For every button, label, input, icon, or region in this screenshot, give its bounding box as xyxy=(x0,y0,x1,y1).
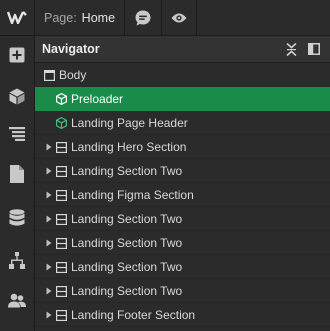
expand-caret-icon[interactable] xyxy=(45,167,53,175)
cms-button[interactable] xyxy=(0,206,34,230)
section-icon xyxy=(55,189,67,201)
section-icon xyxy=(55,285,67,297)
expand-caret-icon[interactable] xyxy=(45,143,53,151)
expand-caret-icon[interactable] xyxy=(45,287,53,295)
body-icon xyxy=(43,69,55,81)
component-icon xyxy=(55,93,67,105)
page-icon xyxy=(10,165,24,183)
add-icon xyxy=(9,47,25,63)
eye-icon xyxy=(171,13,187,22)
webflow-logo-icon xyxy=(7,11,27,24)
navigator-item-label: Landing Hero Section xyxy=(71,140,187,154)
pages-button[interactable] xyxy=(0,162,34,186)
navigator-item-label: Preloader xyxy=(71,92,124,106)
users-button[interactable] xyxy=(0,288,34,312)
navigator-item[interactable]: Landing Section Two xyxy=(35,231,330,255)
comments-button[interactable] xyxy=(125,0,161,35)
navigator-item[interactable]: Body xyxy=(35,63,330,87)
section-icon xyxy=(55,309,67,321)
navigator-panel: Navigator Body Preloader Landing Page Head… xyxy=(35,36,330,331)
sitemap-icon xyxy=(9,252,25,269)
navigator-button[interactable] xyxy=(0,122,34,146)
cube-icon xyxy=(9,88,25,104)
expand-caret-icon[interactable] xyxy=(45,215,53,223)
panel-title: Navigator xyxy=(42,42,100,56)
navigator-item[interactable]: Landing Section Two xyxy=(35,159,330,183)
expand-caret-icon[interactable] xyxy=(45,191,53,199)
section-icon xyxy=(55,165,67,177)
navigator-item-label: Landing Section Two xyxy=(71,164,183,178)
panel-dock-icon xyxy=(308,43,320,55)
add-elements-button[interactable] xyxy=(0,43,34,67)
section-icon xyxy=(55,261,67,273)
database-icon xyxy=(9,209,25,226)
navigator-item[interactable]: Landing Section Two xyxy=(35,207,330,231)
preview-button[interactable] xyxy=(161,0,197,35)
page-selector[interactable]: Page: Home xyxy=(35,0,123,35)
users-icon xyxy=(8,293,26,307)
navigator-item-label: Landing Figma Section xyxy=(71,188,194,202)
expand-caret-icon[interactable] xyxy=(45,239,53,247)
ecommerce-button[interactable] xyxy=(0,249,34,273)
expand-caret-icon[interactable] xyxy=(45,263,53,271)
dock-panel-button[interactable] xyxy=(305,40,323,58)
navigator-header: Navigator xyxy=(35,36,330,63)
component-icon xyxy=(55,117,67,129)
navigator-item[interactable]: Landing Section Two xyxy=(35,255,330,279)
navigator-item[interactable]: Preloader xyxy=(35,87,330,111)
collapse-icon xyxy=(285,42,297,56)
symbols-button[interactable] xyxy=(0,84,34,108)
navigator-item-label: Landing Section Two xyxy=(71,236,183,250)
webflow-logo[interactable] xyxy=(0,0,34,36)
left-toolbar xyxy=(0,0,35,331)
collapse-all-button[interactable] xyxy=(282,40,300,58)
navigator-item-label: Landing Page Header xyxy=(71,116,188,130)
navigator-item[interactable]: Landing Figma Section xyxy=(35,183,330,207)
navigator-item-label: Body xyxy=(59,68,87,82)
expand-caret-icon[interactable] xyxy=(45,311,53,319)
section-icon xyxy=(55,237,67,249)
page-name: Home xyxy=(81,10,116,25)
navigator-item-label: Landing Section Two xyxy=(71,260,183,274)
align-lines-icon xyxy=(9,127,25,141)
comment-icon xyxy=(135,10,151,25)
page-label: Page: xyxy=(44,10,77,25)
navigator-item[interactable]: Landing Footer Section xyxy=(35,303,330,327)
navigator-item-label: Landing Section Two xyxy=(71,212,183,226)
navigator-item[interactable]: Landing Section Two xyxy=(35,279,330,303)
navigator-item[interactable]: Landing Page Header xyxy=(35,111,330,135)
navigator-item-label: Landing Section Two xyxy=(71,284,183,298)
top-bar: Page: Home xyxy=(35,0,330,36)
section-icon xyxy=(55,141,67,153)
navigator-item-label: Landing Footer Section xyxy=(71,308,196,322)
navigator-item[interactable]: Landing Hero Section xyxy=(35,135,330,159)
divider xyxy=(196,0,197,35)
section-icon xyxy=(55,213,67,225)
